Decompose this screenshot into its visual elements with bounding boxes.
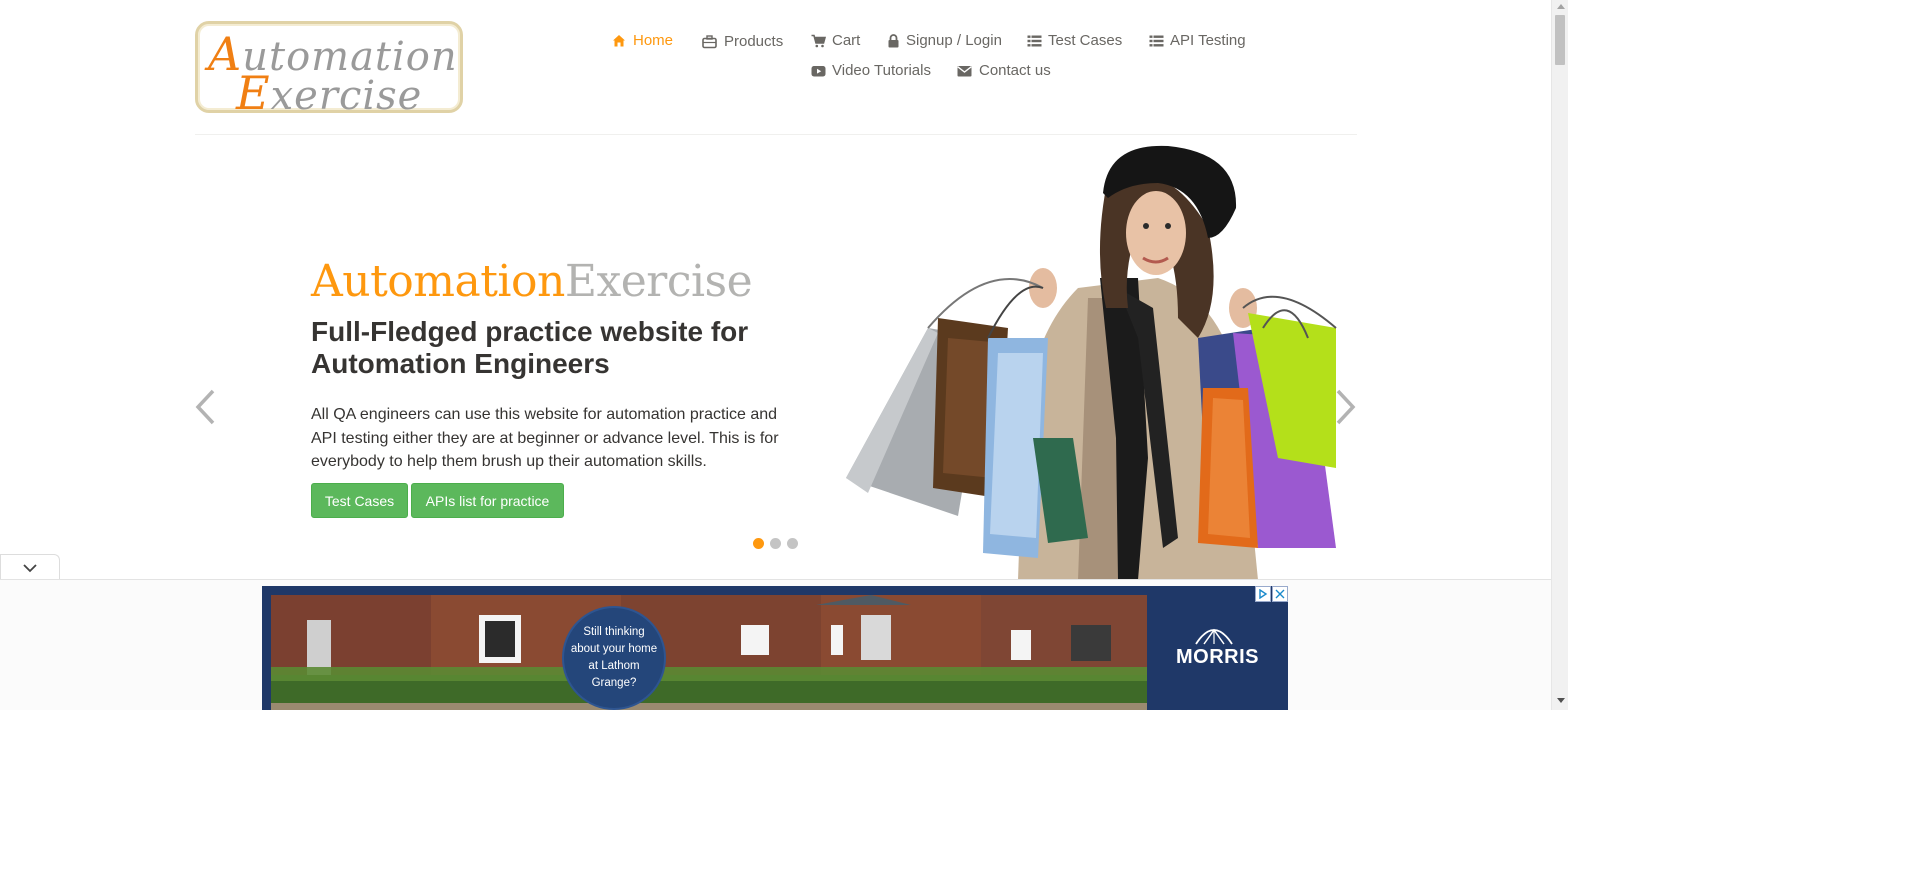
nav-contact-us-label: Contact us: [979, 62, 1051, 79]
nav-products[interactable]: Products: [702, 33, 783, 50]
nav-products-label: Products: [724, 33, 784, 50]
hero-paragraph: All QA engineers can use this website fo…: [311, 406, 779, 470]
slider-dot-3[interactable]: [787, 538, 798, 549]
list-icon: [1027, 34, 1042, 48]
collapse-ad-button[interactable]: [0, 554, 60, 580]
nav-video-tutorials-label: Video Tutorials: [832, 62, 931, 79]
envelope-icon: [957, 64, 972, 78]
ad-banner[interactable]: Still thinking about your home at Lathom…: [262, 586, 1288, 710]
ad-choices-button[interactable]: [1255, 586, 1271, 602]
nav-home-label: Home: [633, 32, 674, 49]
ad-choices-icon: [1259, 589, 1268, 599]
nav-api-testing[interactable]: API Testing: [1149, 32, 1246, 49]
chevron-left-icon: [195, 389, 215, 425]
slider-dot-1[interactable]: [753, 538, 764, 549]
slider-prev-button[interactable]: [193, 388, 217, 428]
morris-logo-icon: [1195, 628, 1233, 645]
nav-test-cases[interactable]: Test Cases: [1027, 32, 1122, 49]
apis-list-button[interactable]: APIs list for practice: [411, 483, 564, 518]
nav-contact-us[interactable]: Contact us: [957, 62, 1051, 79]
nav-cart[interactable]: Cart: [811, 32, 860, 49]
test-cases-button[interactable]: Test Cases: [311, 483, 408, 518]
youtube-icon: [811, 64, 826, 78]
lock-icon: [888, 33, 899, 48]
site-logo[interactable]: Automation Exercise: [195, 21, 463, 120]
hero-heading: Full-Fledged practice website for Automa…: [311, 316, 749, 379]
nav-test-cases-label: Test Cases: [1048, 32, 1123, 49]
nav-api-testing-label: API Testing: [1170, 32, 1246, 49]
chevron-down-icon: [23, 563, 37, 572]
briefcase-icon: [702, 34, 717, 49]
ad-close-button[interactable]: [1272, 586, 1288, 602]
home-icon: [612, 34, 626, 48]
nav-video-tutorials[interactable]: Video Tutorials: [811, 62, 931, 79]
ad-brand-name: MORRIS: [1176, 646, 1259, 668]
nav-cart-label: Cart: [832, 32, 861, 49]
scroll-up-arrow-icon[interactable]: [1557, 4, 1565, 9]
hero-brand-title: AutomationExercise: [311, 256, 753, 307]
cart-icon: [811, 34, 827, 48]
scroll-down-arrow-icon[interactable]: [1557, 698, 1565, 703]
scroll-thumb[interactable]: [1555, 15, 1565, 65]
ad-houses-photo: [271, 595, 1147, 710]
nav-home[interactable]: Home: [612, 32, 673, 49]
ad-circle-message: Still thinking about your home at Lathom…: [562, 606, 666, 710]
nav-signup-login-label: Signup / Login: [906, 32, 1002, 49]
header-divider: [195, 134, 1357, 135]
slider-dot-2[interactable]: [770, 538, 781, 549]
list-icon: [1149, 34, 1164, 48]
close-icon: [1275, 589, 1285, 599]
slider-indicators: [753, 538, 798, 549]
page-viewport: Automation Exercise Home Products Cart S…: [0, 0, 1551, 710]
vertical-scrollbar[interactable]: [1551, 0, 1568, 710]
logo-line-2: Exercise: [236, 66, 423, 120]
hero-shopping-girl-image: [846, 145, 1337, 580]
nav-signup-login[interactable]: Signup / Login: [888, 32, 1002, 49]
